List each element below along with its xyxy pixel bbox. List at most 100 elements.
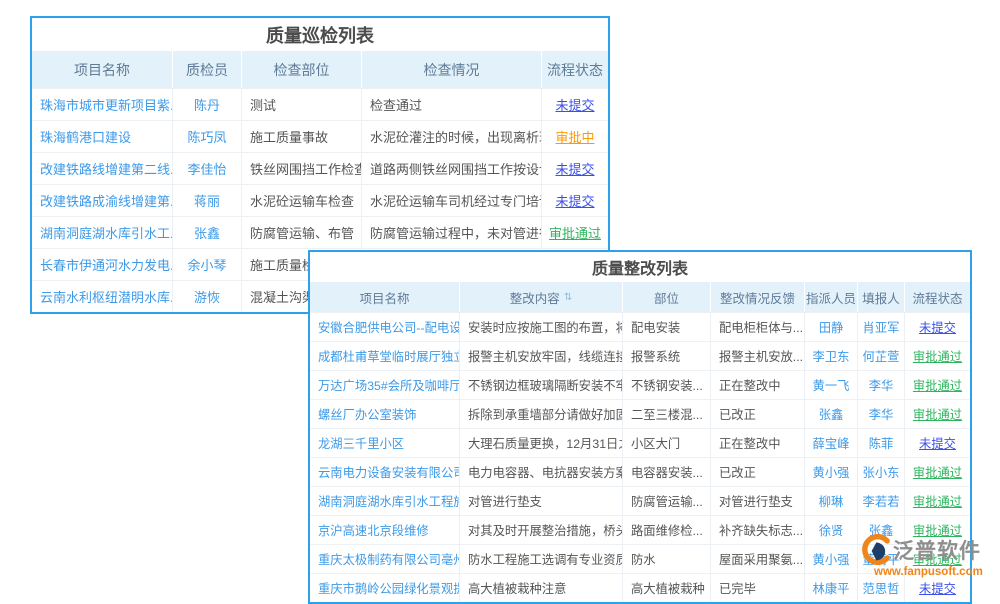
table-row: 安徽合肥供电公司--配电设备...安装时应按施工图的布置，将...配电安装配电柜… (310, 312, 970, 341)
project-link[interactable]: 改建铁路线增建第二线... (32, 153, 173, 184)
part-cell: 防腐管运输、布管 (242, 217, 362, 248)
fanpu-logo-icon (860, 534, 891, 565)
project-link[interactable]: 湖南洞庭湖水库引水工程施工标 (310, 487, 460, 515)
part-cell: 高大植被栽种 (623, 574, 711, 602)
project-link[interactable]: 成都杜甫草堂临时展厅独立展... (310, 342, 460, 370)
feedback-cell: 配电柜柜体与... (711, 313, 805, 341)
inspector-link[interactable]: 张鑫 (173, 217, 242, 248)
feedback-cell: 补齐缺失标志... (711, 516, 805, 544)
status-link[interactable]: 未提交 (542, 185, 608, 216)
status-link[interactable]: 审批通过 (905, 371, 970, 399)
project-link[interactable]: 龙湖三千里小区 (310, 429, 460, 457)
status-link[interactable]: 审批中 (542, 121, 608, 152)
status-link[interactable]: 未提交 (905, 313, 970, 341)
content-cell: 对其及时开展整治措施，桥头... (460, 516, 623, 544)
table-row: 万达广场35#会所及咖啡厅空...不锈钢边框玻璃隔断安装不牢...不锈钢安装..… (310, 370, 970, 399)
part-cell: 路面维修检... (623, 516, 711, 544)
part-cell: 测试 (242, 89, 362, 120)
assignee-link[interactable]: 徐贤 (805, 516, 858, 544)
table-row: 改建铁路线增建第二线...李佳怡铁丝网围挡工作检查道路两侧铁丝网围挡工作按设计.… (32, 152, 608, 184)
project-link[interactable]: 螺丝厂办公室装饰 (310, 400, 460, 428)
status-link[interactable]: 审批通过 (905, 400, 970, 428)
assignee-link[interactable]: 林康平 (805, 574, 858, 602)
reporter-link[interactable]: 李若若 (858, 487, 905, 515)
assignee-link[interactable]: 张鑫 (805, 400, 858, 428)
fanpu-logo-url: www.fanpusoft.com (874, 566, 995, 578)
status-link[interactable]: 未提交 (542, 153, 608, 184)
inspector-link[interactable]: 陈巧凤 (173, 121, 242, 152)
column-header-7: 流程状态 (905, 282, 970, 312)
assignee-link[interactable]: 柳琳 (805, 487, 858, 515)
assignee-link[interactable]: 黄一飞 (805, 371, 858, 399)
sort-icon[interactable]: ⇅ (564, 292, 572, 303)
content-cell: 报警主机安放牢固，线缆连接... (460, 342, 623, 370)
part-cell: 水泥砼运输车检查 (242, 185, 362, 216)
project-link[interactable]: 云南水利枢纽潜明水库... (32, 281, 173, 312)
project-link[interactable]: 安徽合肥供电公司--配电设备... (310, 313, 460, 341)
feedback-cell: 屋面采用聚氨... (711, 545, 805, 573)
table-row: 湖南洞庭湖水库引水工程施工标对管进行垫支防腐管运输...对管进行垫支柳琳李若若审… (310, 486, 970, 515)
situation-cell: 水泥砼运输车司机经过专门培训... (362, 185, 542, 216)
fanpu-logo-text: 泛普软件 (893, 535, 981, 565)
content-cell: 不锈钢边框玻璃隔断安装不牢... (460, 371, 623, 399)
reporter-link[interactable]: 张小东 (858, 458, 905, 486)
project-link[interactable]: 重庆太极制药有限公司亳州中... (310, 545, 460, 573)
column-header-1: 项目名称 (32, 51, 173, 88)
reporter-link[interactable]: 李华 (858, 371, 905, 399)
column-header-5: 流程状态 (542, 51, 608, 88)
reporter-link[interactable]: 李华 (858, 400, 905, 428)
inspection-table-header: 项目名称质检员检查部位检查情况流程状态 (32, 51, 608, 88)
project-link[interactable]: 长春市伊通河水力发电... (32, 249, 173, 280)
assignee-link[interactable]: 田静 (805, 313, 858, 341)
reporter-link[interactable]: 何芷萱 (858, 342, 905, 370)
column-header-4: 检查情况 (362, 51, 542, 88)
column-header-4: 整改情况反馈 (711, 282, 805, 312)
column-header-3: 部位 (623, 282, 711, 312)
table-row: 改建铁路成渝线增建第...蒋丽水泥砼运输车检查水泥砼运输车司机经过专门培训...… (32, 184, 608, 216)
status-link[interactable]: 审批通过 (905, 342, 970, 370)
reporter-link[interactable]: 肖亚军 (858, 313, 905, 341)
part-cell: 不锈钢安装... (623, 371, 711, 399)
project-link[interactable]: 湖南洞庭湖水库引水工... (32, 217, 173, 248)
assignee-link[interactable]: 黄小强 (805, 545, 858, 573)
situation-cell: 水泥砼灌注的时候，出现离析现象 (362, 121, 542, 152)
project-link[interactable]: 珠海市城市更新项目紫... (32, 89, 173, 120)
project-link[interactable]: 京沪高速北京段维修 (310, 516, 460, 544)
status-link[interactable]: 未提交 (905, 574, 970, 602)
table-row: 湖南洞庭湖水库引水工...张鑫防腐管运输、布管防腐管运输过程中，未对管进行...… (32, 216, 608, 248)
assignee-link[interactable]: 李卫东 (805, 342, 858, 370)
rectification-table-title: 质量整改列表 (310, 252, 970, 282)
part-cell: 施工质量事故 (242, 121, 362, 152)
project-link[interactable]: 改建铁路成渝线增建第... (32, 185, 173, 216)
assignee-link[interactable]: 黄小强 (805, 458, 858, 486)
inspector-link[interactable]: 蒋丽 (173, 185, 242, 216)
column-header-2[interactable]: 整改内容⇅ (460, 282, 623, 312)
status-link[interactable]: 审批通过 (905, 487, 970, 515)
reporter-link[interactable]: 陈菲 (858, 429, 905, 457)
inspector-link[interactable]: 李佳怡 (173, 153, 242, 184)
status-link[interactable]: 审批通过 (905, 458, 970, 486)
column-header-6: 填报人 (858, 282, 905, 312)
column-header-3: 检查部位 (242, 51, 362, 88)
feedback-cell: 已改正 (711, 400, 805, 428)
project-link[interactable]: 万达广场35#会所及咖啡厅空... (310, 371, 460, 399)
column-header-5: 指派人员 (805, 282, 858, 312)
inspector-link[interactable]: 余小琴 (173, 249, 242, 280)
project-link[interactable]: 珠海鹤港口建设 (32, 121, 173, 152)
table-row: 成都杜甫草堂临时展厅独立展...报警主机安放牢固，线缆连接...报警系统报警主机… (310, 341, 970, 370)
inspector-link[interactable]: 游恢 (173, 281, 242, 312)
reporter-link[interactable]: 范思哲 (858, 574, 905, 602)
status-link[interactable]: 审批通过 (542, 217, 608, 248)
content-cell: 拆除到承重墙部分请做好加固... (460, 400, 623, 428)
column-header-1: 项目名称 (310, 282, 460, 312)
feedback-cell: 报警主机安放... (711, 342, 805, 370)
status-link[interactable]: 未提交 (905, 429, 970, 457)
table-row: 龙湖三千里小区大理石质量更换，12月31日之...小区大门正在整改中薛宝峰陈菲未… (310, 428, 970, 457)
content-cell: 防水工程施工选调有专业资质... (460, 545, 623, 573)
project-link[interactable]: 云南电力设备安装有限公司20... (310, 458, 460, 486)
assignee-link[interactable]: 薛宝峰 (805, 429, 858, 457)
table-row: 云南电力设备安装有限公司20...电力电容器、电抗器安装方案,...电容器安装.… (310, 457, 970, 486)
inspector-link[interactable]: 陈丹 (173, 89, 242, 120)
project-link[interactable]: 重庆市鹅岭公园绿化景观提升... (310, 574, 460, 602)
status-link[interactable]: 未提交 (542, 89, 608, 120)
